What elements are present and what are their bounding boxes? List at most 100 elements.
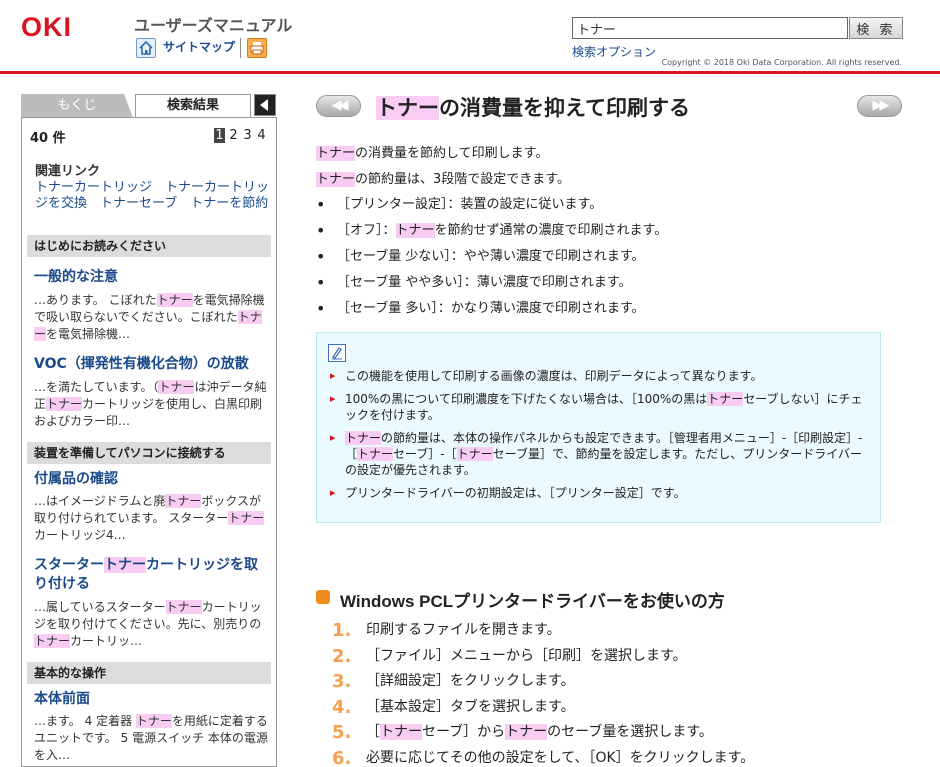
copyright: Copyright © 2018 Oki Data Corporation. A… <box>661 58 902 67</box>
step-text: ［詳細設定］をクリックします。 <box>366 673 575 689</box>
note-item: 100%の黒について印刷濃度を下げたくない場合は、［100%の黒はトナーセーブし… <box>329 391 869 423</box>
result-title[interactable]: スタータートナーカートリッジを取り付ける <box>34 556 266 594</box>
print-icon[interactable] <box>247 38 267 58</box>
list-item: ［プリンター設定］：装置の設定に従います。 <box>316 192 896 218</box>
related-links: 関連リンク トナーカートリッジ トナーカートリッジを交換 トナーセーブ トナーを… <box>35 164 271 212</box>
search-options-link[interactable]: 検索オプション <box>572 43 656 60</box>
search-highlight: トナー <box>165 494 202 508</box>
step-number: 3. <box>332 671 352 692</box>
search-highlight: トナー <box>345 431 382 445</box>
search-highlight: トナー <box>395 223 435 238</box>
note-item: プリンタードライバーの初期設定は、［プリンター設定］です。 <box>329 485 869 501</box>
manual-title: ユーザーズマニュアル <box>134 16 293 35</box>
search-highlight: トナー <box>156 293 193 307</box>
step-item: 1. 印刷するファイルを開きます。 <box>332 618 892 644</box>
step-text: 印刷するファイルを開きます。 <box>366 622 561 638</box>
search-button[interactable]: 検 索 <box>849 17 903 39</box>
result-count: 40 件 <box>30 131 66 146</box>
next-page-button[interactable]: ▶▶ <box>857 95 902 117</box>
step-text: ［ファイル］メニューから［印刷］を選択します。 <box>366 647 687 664</box>
search-highlight: トナー <box>505 724 548 740</box>
search-highlight: トナー <box>158 380 195 394</box>
intro-line: トナーの消費量を節約して印刷します。 <box>316 146 549 161</box>
result-title[interactable]: 付属品の確認 <box>34 470 266 489</box>
search-highlight: トナー <box>135 714 172 728</box>
header: OKI ユーザーズマニュアル サイトマップ 検 索 検索オプション Copyri… <box>0 0 940 74</box>
step-number: 6. <box>332 747 352 767</box>
search-input[interactable] <box>572 17 848 39</box>
search-highlight: トナー <box>316 146 356 161</box>
search-highlight: トナー <box>707 392 744 406</box>
search-highlight: トナー <box>456 447 493 461</box>
result-snippet: …あります。 こぼれたトナーを電気掃除機で吸い取らないでください。こぼれたトナー… <box>34 293 265 341</box>
header-divider <box>240 38 241 58</box>
step-text: 必要に応じてその他の設定をして、［OK］をクリックします。 <box>366 749 755 766</box>
search-highlight: トナー <box>228 511 265 525</box>
search-highlight: トナー <box>46 397 83 411</box>
section-heading: Windows PCLプリンタードライバーをお使いの方 <box>340 592 725 611</box>
collapse-sidebar-button[interactable] <box>254 94 276 116</box>
sitemap-link[interactable]: サイトマップ <box>163 38 235 55</box>
page-1[interactable]: 1 <box>214 128 225 143</box>
section-bullet-icon <box>316 590 330 604</box>
triangle-left-icon <box>260 99 268 111</box>
oki-logo[interactable]: OKI <box>21 12 72 43</box>
list-item: ［オフ］：トナーを節約せず通常の濃度で印刷されます。 <box>316 218 896 244</box>
result-snippet: …はイメージドラムと廃トナーボックスが取り付けられています。 スタータートナーカ… <box>34 494 265 542</box>
pagination: 1 2 3 4 <box>214 128 267 143</box>
section-header: 装置を準備してパソコンに接続する <box>27 442 271 464</box>
note-item: この機能を使用して印刷する画像の濃度は、印刷データによって異なります。 <box>329 368 869 384</box>
page-title: トナーの消費量を抑えて印刷する <box>376 96 690 120</box>
result-title[interactable]: VOC（揮発性有機化合物）の放散 <box>34 355 266 374</box>
step-number: 2. <box>332 645 352 667</box>
section-header: 基本的な操作 <box>27 662 271 684</box>
list-item: ［セーブ量 やや多い］：薄い濃度で印刷されます。 <box>316 270 896 296</box>
step-item: 2. ［ファイル］メニューから［印刷］を選択します。 <box>332 644 892 670</box>
step-number: 5. <box>332 722 352 743</box>
step-item: 5. ［トナーセーブ］からトナーのセーブ量を選択します。 <box>332 720 892 746</box>
search-results-panel: 40 件 1 2 3 4 関連リンク トナーカートリッジ トナーカートリッジを交… <box>21 117 277 767</box>
prev-page-button[interactable]: ◀◀ <box>316 95 361 117</box>
double-left-arrow-icon: ◀◀ <box>331 98 349 113</box>
double-right-arrow-icon: ▶▶ <box>872 98 890 113</box>
step-number: 4. <box>332 696 352 718</box>
result-snippet: …ます。 4 定着器 トナーを用紙に定着するユニットです。 5 電源スイッチ 本… <box>34 714 268 762</box>
result-title[interactable]: 一般的な注意 <box>34 268 266 287</box>
search-highlight: トナー <box>34 310 262 341</box>
search-highlight: トナー <box>104 557 146 573</box>
search-highlight: トナー <box>165 600 202 614</box>
step-number: 1. <box>332 620 352 641</box>
section-header: はじめにお読みください <box>27 235 271 257</box>
result-snippet: …を満たしています。（トナーは沖データ純正トナーカートリッジを使用し、白黒印刷お… <box>34 380 267 428</box>
step-item: 6. 必要に応じてその他の設定をして、［OK］をクリックします。 <box>332 746 892 767</box>
step-item: 3. ［詳細設定］をクリックします。 <box>332 669 892 695</box>
page-4[interactable]: 4 <box>256 128 267 143</box>
steps-list: 1. 印刷するファイルを開きます。 2. ［ファイル］メニューから［印刷］を選択しま… <box>332 618 892 767</box>
memo-icon <box>328 344 346 362</box>
tab-search-results[interactable]: 検索結果 <box>135 94 251 118</box>
intro: トナーの消費量を節約して印刷します。 トナーの節約量は、3段階で設定できます。 <box>316 141 896 193</box>
page-2[interactable]: 2 <box>228 128 239 143</box>
result-title[interactable]: 本体前面 <box>34 690 266 709</box>
home-icon[interactable] <box>136 38 156 58</box>
step-text: ［基本設定］タブを選択します。 <box>366 698 575 715</box>
list-item: ［セーブ量 少ない］：やや薄い濃度で印刷されます。 <box>316 244 896 270</box>
search-highlight: トナー <box>380 724 422 740</box>
related-links-title: 関連リンク <box>35 164 101 179</box>
page-3[interactable]: 3 <box>242 128 253 143</box>
note-item: トナーの節約量は、本体の操作パネルからも設定できます。［管理者用メニュー］-［印… <box>329 430 869 478</box>
note-list: この機能を使用して印刷する画像の濃度は、印刷データによって異なります。 100%… <box>329 368 869 508</box>
result-snippet: …属しているスタータートナーカートリッジを取り付けてください。先に、別売りのトナ… <box>34 600 262 648</box>
search-highlight: トナー <box>376 96 439 120</box>
search-highlight: トナー <box>34 634 71 648</box>
note-box: この機能を使用して印刷する画像の濃度は、印刷データによって異なります。 100%… <box>316 332 881 523</box>
list-item: ［セーブ量 多い］：かなり薄い濃度で印刷されます。 <box>316 296 896 322</box>
intro-line: トナーの節約量は、3段階で設定できます。 <box>316 172 570 187</box>
step-item: 4. ［基本設定］タブを選択します。 <box>332 695 892 721</box>
sidebar: もくじ 検索結果 40 件 1 2 3 4 関連リンク トナーカートリッジ トナ… <box>21 94 277 767</box>
step-text: ［トナーセーブ］からトナーのセーブ量を選択します。 <box>366 724 713 740</box>
tab-contents[interactable]: もくじ <box>21 94 133 118</box>
settings-list: ［プリンター設定］：装置の設定に従います。 ［オフ］：トナーを節約せず通常の濃度… <box>316 192 896 322</box>
related-links-list[interactable]: トナーカートリッジ トナーカートリッジを交換 トナーセーブ トナーを節約 <box>35 180 271 212</box>
search-highlight: トナー <box>316 172 356 187</box>
